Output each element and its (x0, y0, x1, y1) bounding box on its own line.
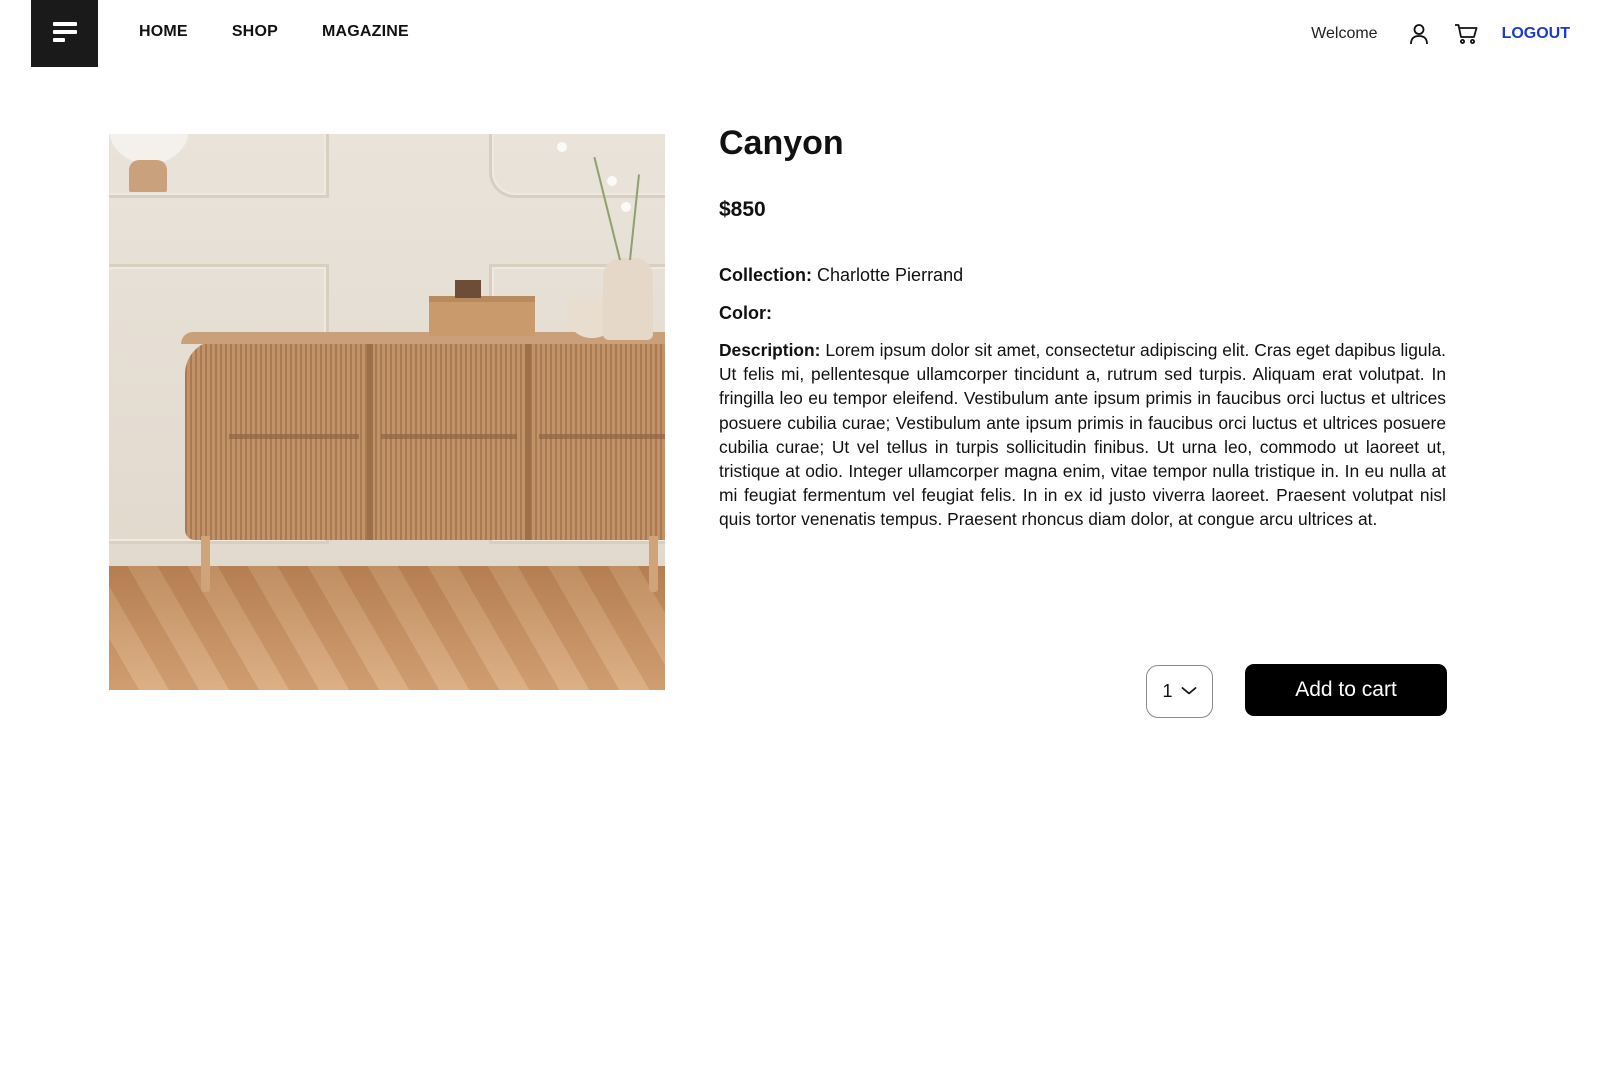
menu-icon-bar (53, 22, 77, 26)
flower (607, 176, 617, 186)
product-description: Description: Lorem ipsum dolor sit amet,… (719, 338, 1446, 532)
nav-shop-link[interactable]: SHOP (232, 22, 278, 42)
collection-row: Collection: Charlotte Pierrand (719, 263, 963, 287)
sideboard-divider (525, 344, 531, 540)
logout-link[interactable]: LOGOUT (1502, 23, 1570, 45)
product-price: $850 (719, 198, 766, 221)
description-label: Description: (719, 340, 821, 360)
collection-label: Collection: (719, 265, 812, 285)
floor-shade (109, 566, 665, 690)
flower (557, 142, 567, 152)
color-label: Color: (719, 303, 772, 323)
top-header: HOME SHOP MAGAZINE Welcome LOGOUT (0, 0, 1598, 67)
quantity-value: 1 (1162, 681, 1173, 701)
quantity-select[interactable]: 1 (1146, 665, 1213, 718)
product-title: Canyon (719, 124, 844, 162)
lamp-base (129, 160, 167, 192)
cart-icon[interactable] (1453, 21, 1479, 47)
sideboard-shelf (539, 434, 665, 439)
decor-box-item (455, 280, 481, 298)
welcome-text: Welcome (1311, 25, 1378, 42)
menu-icon[interactable] (31, 0, 98, 67)
wall-panel (489, 134, 665, 198)
nav-home-link[interactable]: HOME (139, 22, 188, 42)
account-nav: Welcome LOGOUT (1311, 21, 1570, 47)
sideboard-shelf (229, 434, 359, 439)
flower (621, 202, 631, 212)
sideboard-divider (367, 344, 373, 540)
sideboard-leg (649, 536, 658, 592)
chevron-down-icon (1181, 683, 1197, 701)
nav-magazine-link[interactable]: MAGAZINE (322, 22, 409, 42)
decor-box (429, 296, 535, 336)
menu-icon-bar (53, 30, 77, 34)
product-image (109, 134, 665, 690)
add-to-cart-button[interactable]: Add to cart (1245, 664, 1447, 716)
main-nav: HOME SHOP MAGAZINE (139, 22, 409, 42)
description-text: Lorem ipsum dolor sit amet, consectetur … (719, 340, 1446, 530)
user-icon[interactable] (1406, 21, 1432, 47)
color-row: Color: (719, 301, 772, 325)
sideboard-shelf (381, 434, 517, 439)
collection-value: Charlotte Pierrand (817, 265, 964, 285)
sideboard (185, 340, 665, 540)
decor-vase (603, 258, 653, 340)
menu-icon-bar (53, 38, 65, 42)
sideboard-leg (201, 536, 210, 592)
